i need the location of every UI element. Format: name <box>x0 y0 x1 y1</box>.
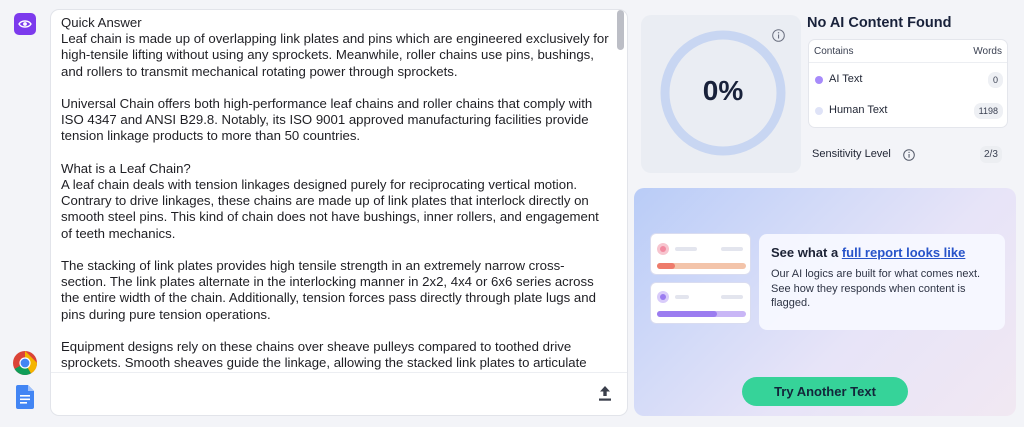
text-panel-footer <box>51 372 627 415</box>
paragraph: Equipment designs rely on these chains o… <box>61 339 587 371</box>
words-header: Words <box>973 46 1002 57</box>
report-preview-card <box>650 282 751 324</box>
app-root: Quick Answer Leaf chain is made up of ov… <box>0 0 1024 427</box>
human-text-label: Human Text <box>829 104 888 116</box>
ai-text-count: 0 <box>987 72 1003 88</box>
result-table: Contains Words AI Text 0 Human Text 1198 <box>808 39 1008 128</box>
sensitivity-info-icon[interactable] <box>903 148 915 161</box>
text-input-panel[interactable]: Quick Answer Leaf chain is made up of ov… <box>50 9 628 416</box>
upload-icon[interactable] <box>597 385 613 403</box>
full-report-promo: See what a full report looks like Our AI… <box>634 188 1016 416</box>
paragraph: What is a Leaf Chain? A leaf chain deals… <box>61 160 599 241</box>
ai-text-label: AI Text <box>829 73 863 85</box>
promo-heading: See what a full report looks like <box>771 245 993 260</box>
contains-header: Contains <box>814 46 854 57</box>
ai-text-dot <box>815 76 823 84</box>
sensitivity-value[interactable]: 2/3 <box>980 146 1002 163</box>
human-text-dot <box>815 107 823 115</box>
report-preview-card <box>650 233 751 275</box>
chrome-icon[interactable] <box>12 350 38 376</box>
google-docs-icon[interactable] <box>16 385 34 411</box>
promo-card: See what a full report looks like Our AI… <box>759 234 1005 330</box>
scrollbar-thumb[interactable] <box>617 10 624 50</box>
ai-percentage: 0% <box>702 75 744 106</box>
left-rail <box>0 0 50 427</box>
human-text-count: 1198 <box>973 103 1003 119</box>
text-content[interactable]: Quick Answer Leaf chain is made up of ov… <box>51 10 619 372</box>
full-report-link[interactable]: full report looks like <box>842 245 966 260</box>
promo-heading-prefix: See what a <box>771 245 842 260</box>
promo-body: Our AI logics are built for what comes n… <box>771 268 981 309</box>
sensitivity-label: Sensitivity Level <box>812 148 891 160</box>
result-title: No AI Content Found <box>807 15 952 31</box>
info-icon[interactable] <box>772 29 785 42</box>
paragraph: Quick Answer Leaf chain is made up of ov… <box>61 15 609 79</box>
ai-text-row: AI Text 0 <box>815 70 1003 90</box>
eye-icon[interactable] <box>14 13 36 35</box>
human-text-row: Human Text 1198 <box>815 101 1003 121</box>
paragraph: Universal Chain offers both high-perform… <box>61 96 593 144</box>
paragraph: The stacking of link plates provides hig… <box>61 258 596 322</box>
score-card: 0% <box>641 15 801 173</box>
try-another-text-button[interactable]: Try Another Text <box>742 377 908 406</box>
header-divider <box>809 62 1007 63</box>
